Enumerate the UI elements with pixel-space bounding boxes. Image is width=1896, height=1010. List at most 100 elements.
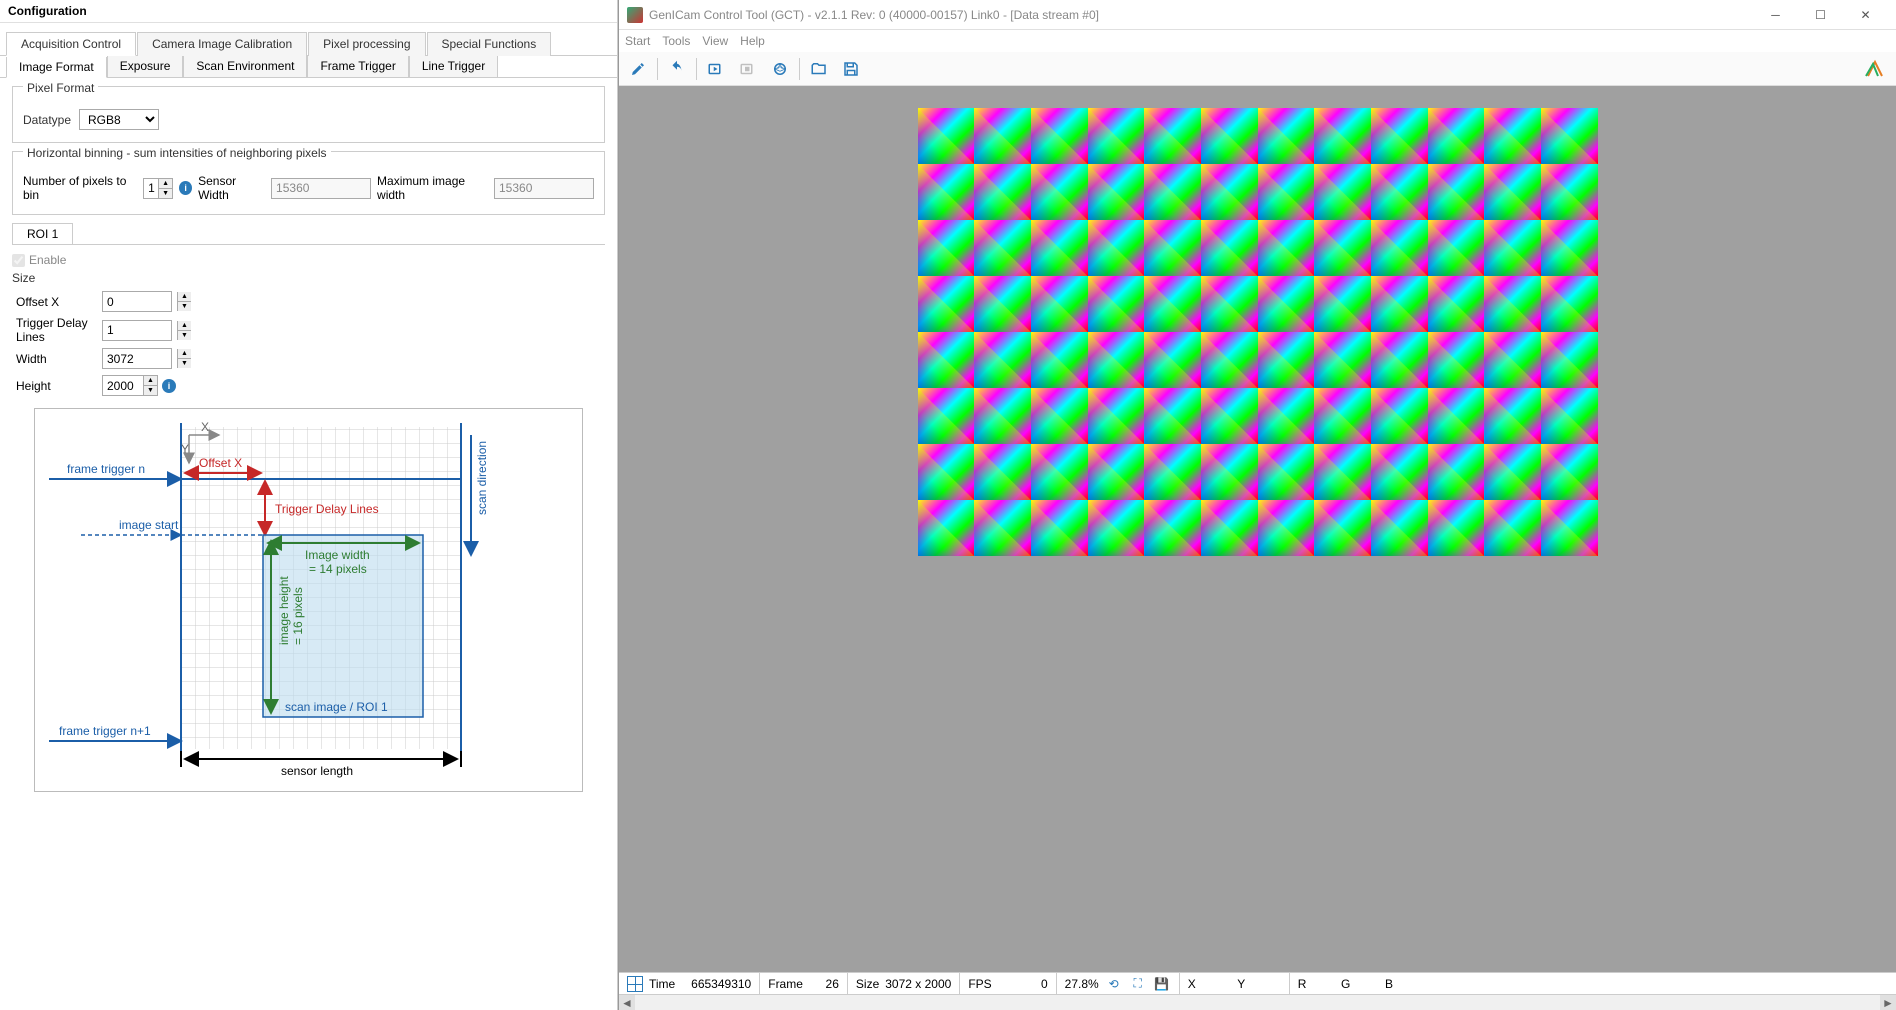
horizontal-scrollbar[interactable]: ◄ ►	[619, 994, 1896, 1010]
time-value: 665349310	[681, 977, 751, 991]
fieldset-binning: Horizontal binning - sum intensities of …	[12, 151, 605, 215]
titlebar: GenICam Control Tool (GCT) - v2.1.1 Rev:…	[619, 0, 1896, 30]
num-pixels-bin-spinner[interactable]: ▲▼	[143, 178, 173, 199]
svg-text:scan direction: scan direction	[475, 441, 489, 515]
spin-down-icon[interactable]: ▼	[177, 331, 191, 340]
subtab-image-format[interactable]: Image Format	[6, 57, 107, 78]
trigger-delay-spinner[interactable]: ▲▼	[102, 320, 192, 341]
refresh-icon[interactable]: ⟲	[1105, 975, 1123, 993]
stop-icon[interactable]	[733, 55, 763, 83]
y-label: Y	[1237, 977, 1245, 991]
enable-label: Enable	[29, 253, 66, 267]
trigger-delay-input[interactable]	[102, 320, 172, 341]
svg-text:Image width: Image width	[305, 548, 370, 562]
maximize-button[interactable]: ☐	[1798, 1, 1843, 29]
play-icon[interactable]	[701, 55, 731, 83]
height-label: Height	[16, 379, 96, 393]
minimize-button[interactable]: ─	[1753, 1, 1798, 29]
svg-text:X: X	[201, 420, 209, 434]
offset-x-spinner[interactable]: ▲▼	[102, 291, 192, 312]
menu-help[interactable]: Help	[740, 34, 765, 48]
scroll-left-icon[interactable]: ◄	[619, 995, 635, 1010]
enable-checkbox	[12, 254, 25, 267]
frame-value: 26	[809, 977, 839, 991]
fullscreen-icon[interactable]: ⛶	[1129, 975, 1147, 993]
r-label: R	[1298, 977, 1307, 991]
enable-row: Enable	[12, 253, 605, 267]
roi-diagram: X Y frame trigger n Offset X Trigger Del…	[34, 408, 583, 792]
svg-text:image start: image start	[119, 518, 179, 532]
frame-label: Frame	[768, 977, 803, 991]
spin-up-icon[interactable]: ▲	[158, 179, 172, 189]
spin-up-icon[interactable]: ▲	[177, 292, 191, 302]
offset-x-label: Offset X	[16, 295, 96, 309]
roi-tab-1[interactable]: ROI 1	[12, 223, 73, 244]
spin-down-icon[interactable]: ▼	[158, 189, 172, 198]
close-button[interactable]: ✕	[1843, 1, 1888, 29]
status-rgb: R G B	[1290, 973, 1430, 994]
max-image-width-input	[494, 178, 594, 199]
menu-start[interactable]: Start	[625, 34, 650, 48]
svg-text:Offset X: Offset X	[199, 456, 242, 470]
height-spinner[interactable]: ▲▼	[102, 375, 158, 396]
tab-camera-calibration[interactable]: Camera Image Calibration	[137, 32, 307, 56]
svg-text:Trigger Delay Lines: Trigger Delay Lines	[275, 502, 379, 516]
subtab-line-trigger[interactable]: Line Trigger	[409, 56, 498, 77]
spin-down-icon[interactable]: ▼	[177, 359, 191, 368]
statusbar: Time 665349310 Frame 26 Size 3072 x 2000…	[619, 972, 1896, 994]
roi-diagram-svg: X Y frame trigger n Offset X Trigger Del…	[41, 415, 511, 785]
configuration-panel: Configuration Acquisition Control Camera…	[0, 0, 618, 1010]
crosshair-icon[interactable]	[627, 976, 643, 992]
menu-tools[interactable]: Tools	[662, 34, 690, 48]
fps-label: FPS	[968, 977, 991, 991]
width-spinner[interactable]: ▲▼	[102, 348, 192, 369]
num-pixels-bin-label: Number of pixels to bin	[23, 174, 137, 202]
spin-down-icon[interactable]: ▼	[177, 302, 191, 311]
width-input[interactable]	[102, 348, 172, 369]
config-content: Pixel Format Datatype RGB8 Horizontal bi…	[0, 78, 617, 800]
status-xy: X Y	[1180, 973, 1290, 994]
scroll-right-icon[interactable]: ►	[1880, 995, 1896, 1010]
fieldset-pixel-format: Pixel Format Datatype RGB8	[12, 86, 605, 143]
tab-pixel-processing[interactable]: Pixel processing	[308, 32, 425, 56]
subtab-scan-environment[interactable]: Scan Environment	[183, 56, 307, 77]
size-label: Size	[12, 271, 605, 285]
offset-x-input[interactable]	[102, 291, 172, 312]
sensor-width-input	[271, 178, 371, 199]
menu-view[interactable]: View	[702, 34, 728, 48]
zoom-value: 27.8%	[1065, 977, 1099, 991]
tab-special-functions[interactable]: Special Functions	[427, 32, 552, 56]
subtab-exposure[interactable]: Exposure	[107, 56, 184, 77]
fps-value: 0	[998, 977, 1048, 991]
undo-icon[interactable]	[662, 55, 692, 83]
folder-open-icon[interactable]	[804, 55, 834, 83]
config-title: Configuration	[0, 0, 617, 23]
eyedropper-icon[interactable]	[623, 55, 653, 83]
status-time: Time 665349310	[619, 973, 760, 994]
datatype-label: Datatype	[23, 113, 73, 127]
datatype-select[interactable]: RGB8	[79, 109, 159, 130]
spin-up-icon[interactable]: ▲	[177, 321, 191, 331]
roi-tabs: ROI 1	[12, 223, 605, 245]
x-label: X	[1188, 977, 1196, 991]
fieldset-pixel-format-title: Pixel Format	[23, 81, 98, 95]
subtab-frame-trigger[interactable]: Frame Trigger	[307, 56, 408, 77]
brand-icon	[1862, 56, 1888, 82]
sensor-width-label: Sensor Width	[198, 174, 265, 202]
svg-text:frame trigger n: frame trigger n	[67, 462, 145, 476]
svg-text:frame trigger n+1: frame trigger n+1	[59, 724, 151, 738]
tab-acquisition-control[interactable]: Acquisition Control	[6, 32, 136, 56]
status-fps: FPS 0	[960, 973, 1056, 994]
image-viewport[interactable]	[619, 86, 1896, 972]
aperture-icon[interactable]	[765, 55, 795, 83]
snapshot-save-icon[interactable]: 💾	[1153, 975, 1171, 993]
gct-window: GenICam Control Tool (GCT) - v2.1.1 Rev:…	[618, 0, 1896, 1010]
svg-text:= 14 pixels: = 14 pixels	[309, 562, 367, 576]
spin-up-icon[interactable]: ▲	[177, 349, 191, 359]
info-icon[interactable]: i	[162, 379, 176, 393]
info-icon[interactable]: i	[179, 181, 192, 195]
spin-down-icon[interactable]: ▼	[143, 386, 157, 395]
save-icon[interactable]	[836, 55, 866, 83]
size-stat-label: Size	[856, 977, 879, 991]
spin-up-icon[interactable]: ▲	[143, 376, 157, 386]
